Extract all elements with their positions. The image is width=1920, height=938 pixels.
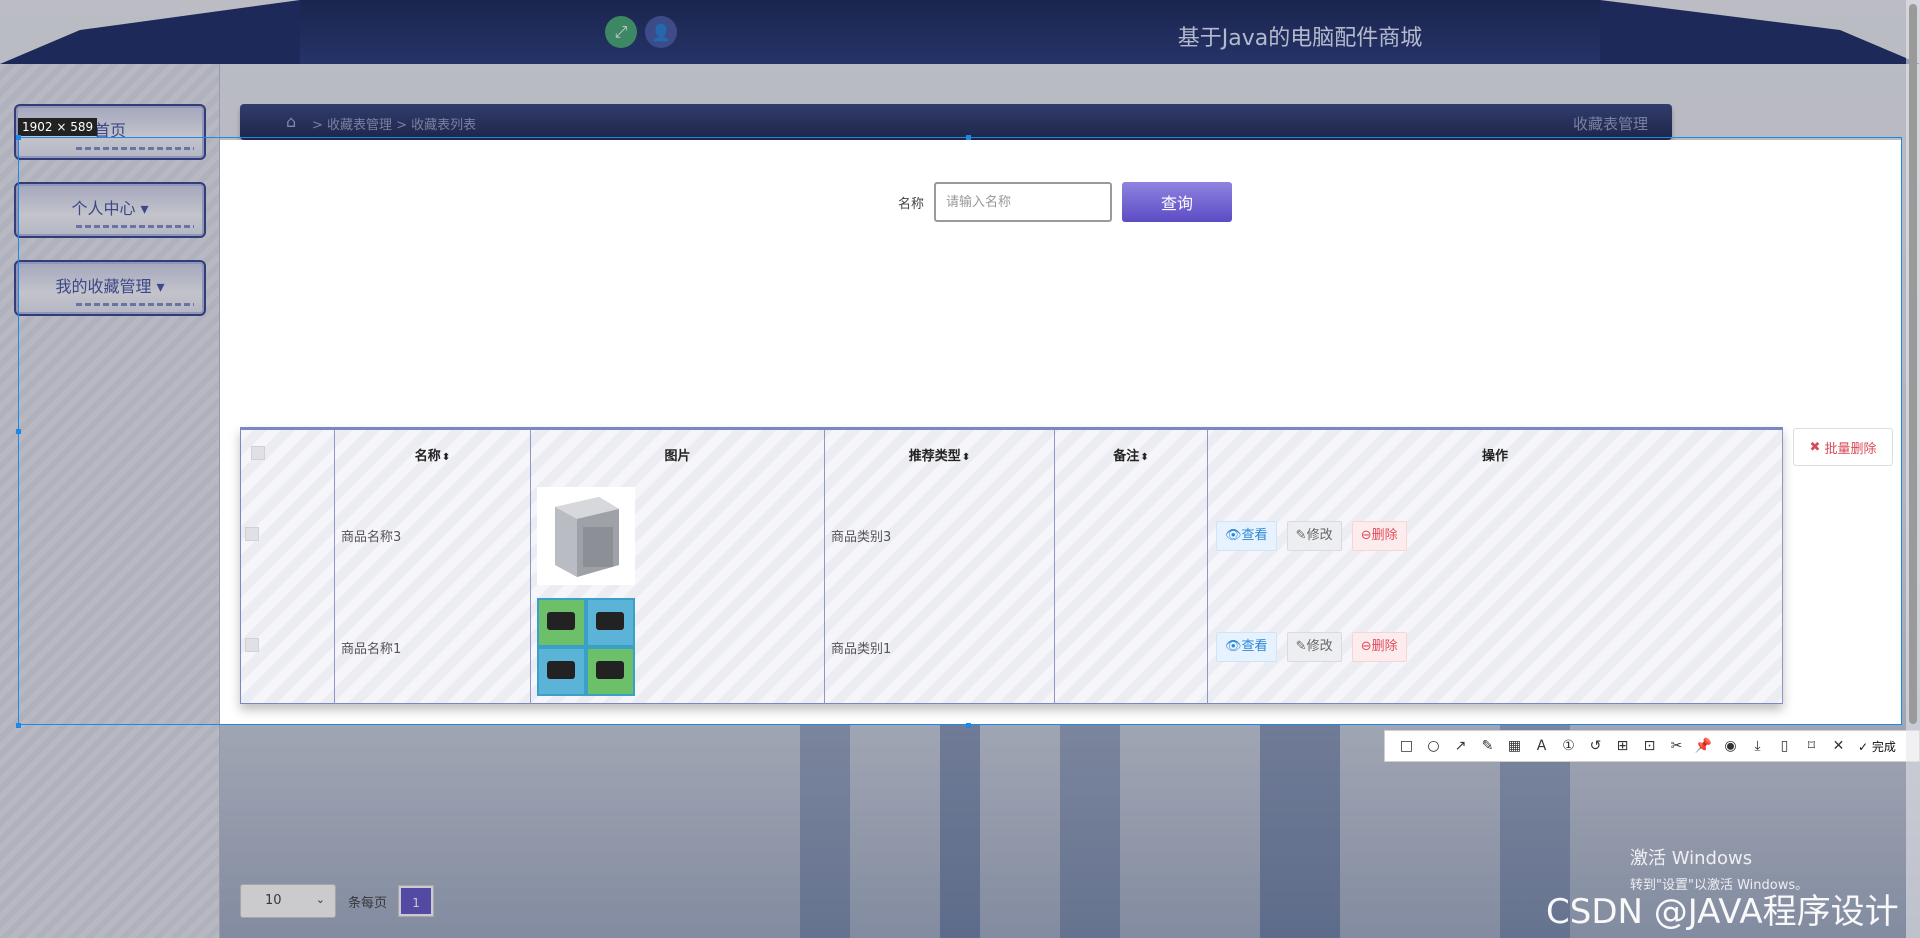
pen-icon[interactable]: ✎ xyxy=(1474,738,1501,754)
sidebar-item-label: 我的收藏管理 ▾ xyxy=(55,277,165,296)
page-size-select[interactable]: 10 ⌄ xyxy=(240,884,336,918)
cell-type: 商品类别3 xyxy=(824,479,1055,592)
product-image-power-adapter[interactable] xyxy=(537,598,635,697)
table-row: 商品名称3 商品类别3 👁查看 ✎修改 ⊖删除 xyxy=(240,479,1783,592)
row-checkbox[interactable] xyxy=(245,638,259,653)
delete-button[interactable]: ⊖删除 xyxy=(1351,632,1407,663)
undo-icon[interactable]: ↺ xyxy=(1582,738,1609,754)
pagination: 10 ⌄ 条每页 1 xyxy=(240,884,434,918)
cell-note xyxy=(1054,479,1208,592)
resize-handle[interactable] xyxy=(16,429,21,434)
sidebar-item-label: 首页 xyxy=(93,121,126,140)
sidebar-item-favorites[interactable]: 我的收藏管理 ▾ xyxy=(14,260,206,316)
cell-note xyxy=(1054,591,1208,704)
close-icon: ✖ xyxy=(1809,439,1821,455)
bookmark-icon[interactable]: ⌑ xyxy=(1798,738,1825,754)
header-center: ⤢ 👤 基于Java的电脑配件商城 xyxy=(300,0,1600,64)
search-bar: 名称 查询 xyxy=(898,182,1233,222)
search-label: 名称 xyxy=(898,196,925,212)
search-input[interactable] xyxy=(934,182,1113,222)
home-icon[interactable]: ⌂ xyxy=(286,112,296,131)
text-icon[interactable]: A xyxy=(1528,738,1555,754)
minus-circle-icon: ⊖ xyxy=(1360,639,1372,655)
row-checkbox[interactable] xyxy=(245,526,259,541)
edit-button[interactable]: ✎修改 xyxy=(1286,520,1342,551)
translate-icon[interactable]: ⊡ xyxy=(1636,738,1663,754)
edit-button[interactable]: ✎修改 xyxy=(1286,632,1342,663)
sort-icon: ⬍ xyxy=(961,452,971,464)
pencil-icon: ✎ xyxy=(1295,639,1307,655)
breadcrumb: ⌂ > 收藏表管理 > 收藏表列表 收藏表管理 xyxy=(240,104,1672,140)
done-button[interactable]: ✓ 完成 xyxy=(1858,738,1896,755)
decorative-dashes xyxy=(76,225,194,228)
column-header-actions: 操作 xyxy=(1207,428,1783,480)
page-button-current[interactable]: 1 xyxy=(399,886,434,916)
user-button[interactable]: 👤 xyxy=(645,16,677,48)
page-title: 收藏表管理 xyxy=(1572,115,1648,133)
cell-type: 商品类别1 xyxy=(824,591,1055,704)
user-icon: 👤 xyxy=(651,22,671,42)
decorative-dashes xyxy=(76,303,194,306)
arrow-icon[interactable]: ↗ xyxy=(1447,738,1474,754)
capture-size-label: 1902 × 589 xyxy=(18,118,98,136)
column-header-note[interactable]: 备注⬍ xyxy=(1054,428,1208,480)
csdn-watermark: CSDN @JAVA程序设计 xyxy=(1546,892,1899,932)
expand-icon: ⤢ xyxy=(614,22,628,41)
cell-actions: 👁查看 ✎修改 ⊖删除 xyxy=(1207,591,1783,704)
view-button[interactable]: 👁查看 xyxy=(1216,632,1277,663)
breadcrumb-path: > 收藏表管理 > 收藏表列表 xyxy=(312,118,477,133)
sidebar-item-label: 个人中心 ▾ xyxy=(71,199,149,218)
resize-handle[interactable] xyxy=(966,723,971,728)
resize-handle[interactable] xyxy=(16,723,21,728)
sidebar-item-personal-center[interactable]: 个人中心 ▾ xyxy=(14,182,206,238)
search-button[interactable]: 查询 xyxy=(1122,182,1233,222)
resize-handle[interactable] xyxy=(966,135,971,140)
decorative-dashes xyxy=(76,147,194,150)
select-all-cell xyxy=(240,428,335,480)
view-button[interactable]: 👁查看 xyxy=(1216,520,1277,551)
table-header-row: 名称⬍ 图片 推荐类型⬍ 备注⬍ 操作 xyxy=(240,428,1783,480)
sort-icon: ⬍ xyxy=(441,452,451,464)
screenshot-toolbar: □ ○ ↗ ✎ ▦ A ① ↺ ⊞ ⊡ ✂ 📌 ◉ ⤓ ▯ ⌑ ✕ ✓ 完成 xyxy=(1384,730,1920,762)
app-title: 基于Java的电脑配件商城 xyxy=(1177,26,1423,51)
cell-actions: 👁查看 ✎修改 ⊖删除 xyxy=(1207,479,1783,592)
phone-icon[interactable]: ▯ xyxy=(1771,738,1798,754)
scrollbar-thumb[interactable] xyxy=(1909,4,1917,724)
minus-circle-icon: ⊖ xyxy=(1360,527,1372,543)
rectangle-icon[interactable]: □ xyxy=(1393,738,1420,754)
column-header-type[interactable]: 推荐类型⬍ xyxy=(824,428,1055,480)
pin-icon[interactable]: 📌 xyxy=(1690,738,1717,754)
record-icon[interactable]: ◉ xyxy=(1717,738,1744,754)
chevron-down-icon: ⌄ xyxy=(315,893,325,906)
page-scrollbar[interactable] xyxy=(1906,0,1920,938)
mosaic-icon[interactable]: ▦ xyxy=(1501,738,1528,754)
cell-image xyxy=(530,479,825,592)
column-header-image: 图片 xyxy=(530,428,825,480)
scissor-icon[interactable]: ✂ xyxy=(1663,738,1690,754)
table-row: 商品名称1 商品类别1 👁查看 ✎修改 ⊖删除 xyxy=(240,591,1783,704)
eye-icon: 👁 xyxy=(1225,527,1242,543)
per-page-label: 条每页 xyxy=(348,895,388,911)
sidebar: 首页 个人中心 ▾ 我的收藏管理 ▾ xyxy=(0,64,220,938)
sort-icon: ⬍ xyxy=(1140,452,1149,464)
delete-button[interactable]: ⊖删除 xyxy=(1351,520,1407,551)
pencil-icon: ✎ xyxy=(1295,527,1307,543)
ellipse-icon[interactable]: ○ xyxy=(1420,738,1447,754)
cell-name: 商品名称1 xyxy=(334,591,531,704)
favorites-table: 名称⬍ 图片 推荐类型⬍ 备注⬍ 操作 商品名称3 商品类别3 👁查看 ✎修改 … xyxy=(240,427,1783,704)
number-icon[interactable]: ① xyxy=(1555,738,1582,754)
close-icon[interactable]: ✕ xyxy=(1825,738,1852,754)
download-icon[interactable]: ⤓ xyxy=(1744,738,1771,754)
page-size-value: 10 xyxy=(265,893,282,908)
product-image-pc-case[interactable] xyxy=(537,486,635,585)
batch-delete-button[interactable]: ✖ 批量删除 xyxy=(1793,428,1893,466)
fullscreen-button[interactable]: ⤢ xyxy=(605,16,637,48)
eye-icon: 👁 xyxy=(1225,639,1242,655)
column-header-name[interactable]: 名称⬍ xyxy=(334,428,531,480)
cell-image xyxy=(530,591,825,704)
ocr-icon[interactable]: ⊞ xyxy=(1609,738,1636,754)
resize-handle[interactable] xyxy=(16,135,21,140)
cell-name: 商品名称3 xyxy=(334,479,531,592)
select-all-checkbox[interactable] xyxy=(251,445,265,460)
